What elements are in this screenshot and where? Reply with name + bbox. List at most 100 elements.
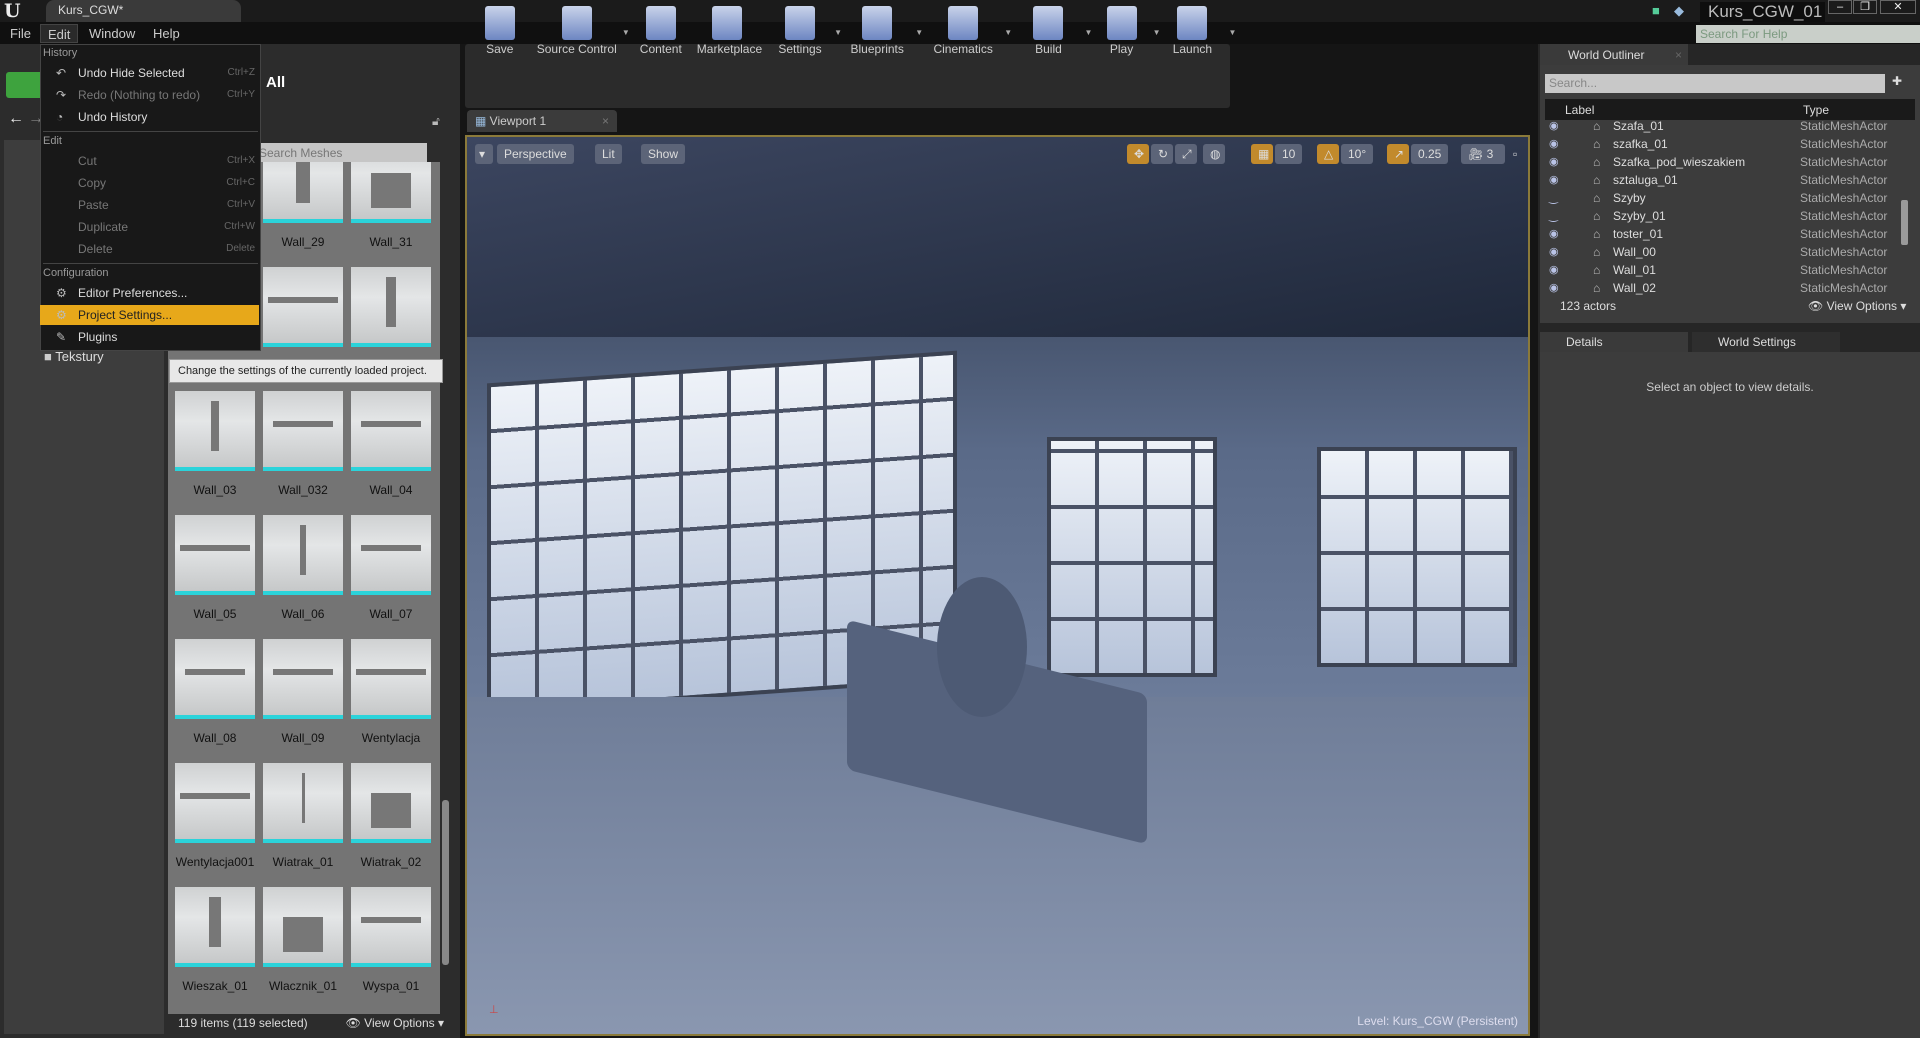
viewport-options-button[interactable]: ▾ <box>475 144 493 164</box>
toolbar-content-button[interactable]: Content <box>636 0 686 64</box>
eye-icon[interactable]: ◉ <box>1549 155 1559 168</box>
translate-icon[interactable]: ✥ <box>1127 144 1149 164</box>
asset-label[interactable]: Wall_05 <box>171 607 259 621</box>
close-tab-icon[interactable]: × <box>602 114 609 128</box>
menu-file[interactable]: File <box>3 24 38 43</box>
asset-thumbnail[interactable] <box>263 267 343 347</box>
asset-thumbnail[interactable] <box>351 887 431 967</box>
eye-closed-icon[interactable]: ‿ <box>1549 191 1558 204</box>
outliner-row[interactable]: ◉ ⌂ szafka_01 StaticMeshActor <box>1545 137 1905 155</box>
world-icon[interactable]: ◍ <box>1203 144 1225 164</box>
outliner-scrollbar[interactable] <box>1901 200 1908 245</box>
asset-thumbnail[interactable] <box>263 515 343 595</box>
asset-thumbnail[interactable] <box>175 887 255 967</box>
rotation-snap-icon[interactable]: △ <box>1317 144 1339 164</box>
menu-item-plugins[interactable]: ✎ Plugins <box>40 327 259 347</box>
menu-item-undo-history[interactable]: ◔ Undo History <box>40 107 259 127</box>
help-search-input[interactable]: Search For Help <box>1696 25 1920 43</box>
eye-icon[interactable]: ◉ <box>1549 263 1559 276</box>
asset-thumbnail[interactable] <box>175 515 255 595</box>
dropdown-arrow-icon[interactable]: ▼ <box>1085 28 1093 37</box>
asset-label[interactable]: Wall_03 <box>171 483 259 497</box>
grid-snap-icon[interactable]: ▦ <box>1251 144 1273 164</box>
asset-thumbnail[interactable] <box>263 763 343 843</box>
tab-viewport-1[interactable]: ▦ Viewport 1 × <box>467 110 617 132</box>
asset-thumbnail[interactable] <box>175 391 255 471</box>
dropdown-arrow-icon[interactable]: ▼ <box>1153 28 1161 37</box>
outliner-row[interactable]: ◉ ⌂ toster_01 StaticMeshActor <box>1545 227 1905 245</box>
eye-icon[interactable]: ◉ <box>1549 119 1559 132</box>
asset-label[interactable]: Wall_06 <box>259 607 347 621</box>
menu-window[interactable]: Window <box>82 24 142 43</box>
asset-thumbnail[interactable] <box>263 887 343 967</box>
scale-icon[interactable]: ⤢ <box>1175 144 1197 164</box>
rotation-snap-value[interactable]: 10° <box>1341 144 1374 164</box>
asset-label[interactable]: Wieszak_01 <box>171 979 259 993</box>
lit-button[interactable]: Lit <box>595 144 622 164</box>
back-icon[interactable]: ← <box>8 110 24 128</box>
asset-label[interactable]: Wentylacja001 <box>171 855 259 869</box>
asset-thumbnail[interactable] <box>175 639 255 719</box>
asset-thumbnail[interactable] <box>263 391 343 471</box>
asset-label[interactable]: Wall_31 <box>347 235 435 249</box>
minimize-button[interactable]: – <box>1828 0 1852 14</box>
asset-label[interactable]: Wall_04 <box>347 483 435 497</box>
menu-item-delete[interactable]: Delete Delete <box>40 239 259 259</box>
menu-item-undo-hide-selected[interactable]: ↶ Undo Hide Selected Ctrl+Z <box>40 63 259 83</box>
outliner-row[interactable]: ◉ ⌂ sztaluga_01 StaticMeshActor <box>1545 173 1905 191</box>
asset-label[interactable]: Wall_07 <box>347 607 435 621</box>
menu-item-paste[interactable]: Paste Ctrl+V <box>40 195 259 215</box>
outliner-row[interactable]: ◉ ⌂ Wall_00 StaticMeshActor <box>1545 245 1905 263</box>
menu-item-project-settings[interactable]: ⚙ Project Settings... <box>40 305 259 325</box>
view-options-button[interactable]: 👁︎ View Options ▾ <box>346 1016 444 1030</box>
eye-icon[interactable]: ◉ <box>1549 137 1559 150</box>
asset-label[interactable]: Wall_09 <box>259 731 347 745</box>
eye-icon[interactable]: ◉ <box>1549 245 1559 258</box>
dropdown-arrow-icon[interactable]: ▼ <box>1004 28 1012 37</box>
tab-world-settings[interactable]: World Settings <box>1692 332 1840 352</box>
lock-icon[interactable]: 🔓︎ <box>432 114 440 129</box>
asset-label[interactable]: Wyspa_01 <box>347 979 435 993</box>
chat-icon[interactable]: ■ <box>1652 3 1660 18</box>
dropdown-arrow-icon[interactable]: ▼ <box>1228 28 1236 37</box>
asset-label[interactable]: Wall_08 <box>171 731 259 745</box>
rotate-icon[interactable]: ↻ <box>1151 144 1173 164</box>
outliner-view-options[interactable]: 👁︎ View Options ▾ <box>1808 299 1906 313</box>
asset-thumbnail[interactable] <box>351 639 431 719</box>
outliner-row[interactable]: ◉ ⌂ Wall_01 StaticMeshActor <box>1545 263 1905 281</box>
tab-world-outliner[interactable]: World Outliner × <box>1540 44 1688 65</box>
asset-label[interactable]: Wall_29 <box>259 235 347 249</box>
eye-closed-icon[interactable]: ‿ <box>1549 209 1558 222</box>
grid-snap-value[interactable]: 10 <box>1275 144 1303 164</box>
dropdown-arrow-icon[interactable]: ▼ <box>915 28 923 37</box>
search-meshes-input[interactable]: Search Meshes <box>255 143 427 163</box>
toolbar-settings-button[interactable]: Settings ▼ <box>770 0 842 64</box>
asset-thumbnail[interactable] <box>351 515 431 595</box>
eye-icon[interactable]: ◉ <box>1549 173 1559 186</box>
camera-speed[interactable]: 🎥︎ 3 <box>1461 144 1505 164</box>
menu-item-editor-preferences[interactable]: ⚙ Editor Preferences... <box>40 283 259 303</box>
col-type[interactable]: Type <box>1803 103 1829 117</box>
asset-label[interactable]: Wall_032 <box>259 483 347 497</box>
outliner-row[interactable]: ‿ ⌂ Szyby_01 StaticMeshActor <box>1545 209 1905 227</box>
viewport[interactable]: ▾ Perspective Lit Show ✥ ↻ ⤢ ◍ ▦ 10 △ 10… <box>465 135 1530 1036</box>
toolbar-cinematics-button[interactable]: Cinematics ▼ <box>926 0 1012 64</box>
eye-icon[interactable]: ◉ <box>1549 281 1559 294</box>
asset-thumbnail[interactable] <box>351 267 431 347</box>
toolbar-build-button[interactable]: Build ▼ <box>1016 0 1092 64</box>
dropdown-arrow-icon[interactable]: ▼ <box>622 28 630 37</box>
asset-thumbnail[interactable] <box>175 763 255 843</box>
add-filter-icon[interactable]: ✚ <box>1892 74 1902 88</box>
outliner-row[interactable]: ◉ ⌂ Wall_02 StaticMeshActor <box>1545 281 1905 299</box>
toolbar-save-button[interactable]: Save <box>475 0 525 64</box>
asset-thumbnail[interactable] <box>351 162 431 223</box>
close-button[interactable]: ✕ <box>1880 0 1916 14</box>
asset-thumbnail[interactable] <box>263 162 343 223</box>
outliner-row[interactable]: ‿ ⌂ Szyby StaticMeshActor <box>1545 191 1905 209</box>
close-tab-icon[interactable]: × <box>1675 48 1682 62</box>
document-tab[interactable]: Kurs_CGW* <box>46 0 241 22</box>
path-all[interactable]: All <box>266 74 285 91</box>
toolbar-play-button[interactable]: Play ▼ <box>1095 0 1161 64</box>
toolbar-blueprints-button[interactable]: Blueprints ▼ <box>843 0 923 64</box>
asset-label[interactable]: Wlacznik_01 <box>259 979 347 993</box>
